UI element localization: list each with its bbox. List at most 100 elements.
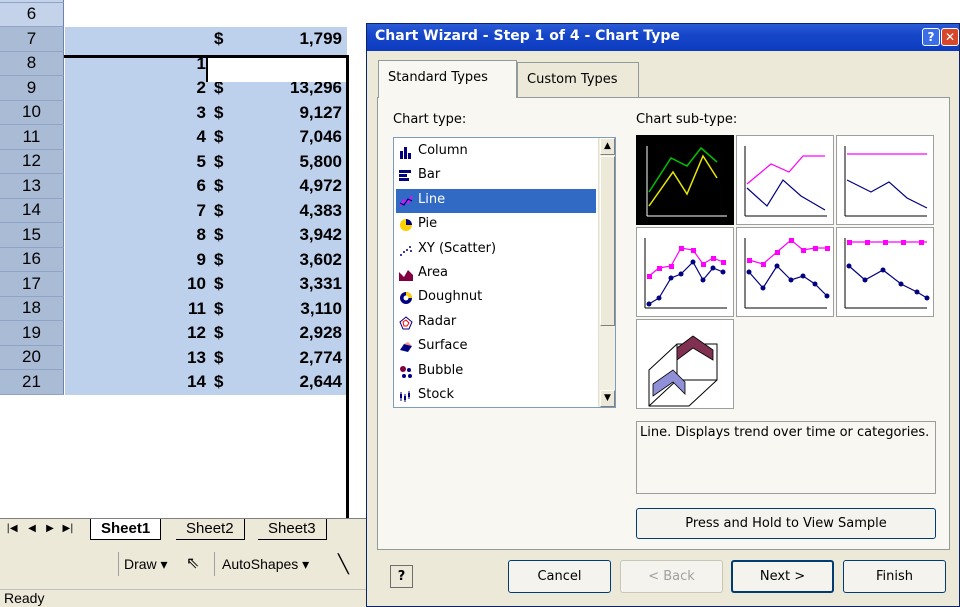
help-button-icon[interactable]: ? (390, 565, 413, 588)
chart-type-list[interactable]: Column Bar Line Pie XY (Scatter) Area Doughnut… (393, 137, 616, 408)
finish-button[interactable]: Finish (843, 560, 946, 593)
rank-cell[interactable] (100, 3, 206, 28)
amount-cell[interactable]: 7,046 (236, 125, 342, 150)
tab-custom-types[interactable]: Custom Types (517, 62, 639, 98)
tab-standard-types[interactable]: Standard Types (378, 60, 517, 98)
subtype-100-stacked-line[interactable] (836, 135, 934, 225)
rank-cell[interactable]: 9 (100, 248, 206, 273)
back-button[interactable]: < Back (620, 560, 723, 593)
rank-cell[interactable] (100, 27, 206, 52)
row-header[interactable]: 10 (0, 100, 64, 125)
scroll-thumb[interactable] (600, 156, 615, 326)
row-header[interactable]: 7 (0, 27, 64, 52)
line-tool-icon[interactable]: ╲ (338, 554, 349, 574)
currency-cell[interactable]: $ (214, 346, 234, 371)
subtype-line[interactable] (636, 135, 734, 225)
rank-cell[interactable]: 7 (100, 199, 206, 224)
amount-cell[interactable]: 2,774 (236, 346, 342, 371)
amount-cell[interactable]: 2,644 (236, 370, 342, 395)
amount-cell[interactable]: 3,331 (236, 272, 342, 297)
rank-cell[interactable]: 10 (100, 272, 206, 297)
rank-cell[interactable]: 8 (100, 223, 206, 248)
rank-cell[interactable]: 13 (100, 346, 206, 371)
chart-type-item-line[interactable]: Line (396, 188, 596, 214)
chart-type-item-xy-scatter[interactable]: XY (Scatter) (396, 238, 596, 263)
sheet-tab-sheet3[interactable]: Sheet3 (258, 519, 327, 540)
chart-type-item-doughnut[interactable]: Doughnut (396, 286, 596, 311)
row-header[interactable]: 14 (0, 198, 64, 223)
amount-cell[interactable]: 1,799 (236, 27, 342, 52)
currency-cell[interactable]: $ (214, 248, 234, 273)
amount-cell[interactable]: 2,928 (236, 321, 342, 346)
chart-type-item-column[interactable]: Column (396, 140, 596, 165)
rank-cell[interactable]: 2 (100, 76, 206, 101)
amount-cell[interactable]: 4,972 (236, 174, 342, 199)
row-header[interactable]: 8 (0, 51, 64, 76)
amount-cell[interactable]: 3,110 (236, 297, 342, 322)
currency-cell[interactable]: $ (214, 199, 234, 224)
amount-cell[interactable]: 3,942 (236, 223, 342, 248)
row-header[interactable]: 12 (0, 149, 64, 174)
subtype-stacked-line-markers[interactable] (736, 227, 834, 317)
rank-cell[interactable]: 3 (100, 101, 206, 126)
press-hold-sample-button[interactable]: Press and Hold to View Sample (636, 508, 936, 539)
active-cell[interactable] (206, 55, 347, 82)
subtype-line-markers[interactable] (636, 227, 734, 317)
currency-cell[interactable]: $ (214, 297, 234, 322)
rank-cell[interactable]: 1 (100, 52, 206, 77)
rank-cell[interactable]: 11 (100, 297, 206, 322)
rank-cell[interactable]: 5 (100, 150, 206, 175)
last-sheet-icon[interactable]: ▶| (60, 521, 76, 537)
sheet-tab-sheet2[interactable]: Sheet2 (176, 519, 245, 540)
currency-cell[interactable]: $ (214, 370, 234, 395)
scroll-down-icon[interactable]: ▼ (600, 390, 615, 407)
subtype-3d-line[interactable] (636, 319, 734, 409)
currency-cell[interactable]: $ (214, 272, 234, 297)
chart-type-item-pie[interactable]: Pie (396, 213, 596, 238)
currency-cell[interactable]: $ (214, 223, 234, 248)
prev-sheet-icon[interactable]: ◀ (24, 521, 40, 537)
row-header[interactable]: 20 (0, 345, 64, 370)
autoshapes-menu-button[interactable]: AutoShapes ▾ (222, 554, 309, 574)
chart-type-item-bubble[interactable]: Bubble (396, 360, 596, 385)
row-header[interactable]: 17 (0, 272, 64, 297)
rank-cell[interactable]: 6 (100, 174, 206, 199)
dialog-titlebar[interactable]: Chart Wizard - Step 1 of 4 - Chart Type … (367, 24, 959, 51)
chart-type-item-surface[interactable]: Surface (396, 335, 596, 360)
rank-cell[interactable]: 14 (100, 370, 206, 395)
row-header[interactable]: 19 (0, 321, 64, 346)
cancel-button[interactable]: Cancel (508, 560, 611, 593)
titlebar-close-icon[interactable]: ✕ (941, 28, 959, 46)
currency-cell[interactable]: $ (214, 125, 234, 150)
sheet-tab-sheet1[interactable]: Sheet1 (90, 519, 162, 540)
amount-cell[interactable]: 4,383 (236, 199, 342, 224)
amount-cell[interactable] (236, 3, 342, 28)
titlebar-help-icon[interactable]: ? (922, 28, 940, 46)
row-header[interactable]: 9 (0, 76, 64, 101)
chart-type-scrollbar[interactable]: ▲ ▼ (598, 138, 615, 407)
chart-type-item-bar[interactable]: Bar (396, 164, 596, 189)
amount-cell[interactable]: 9,127 (236, 101, 342, 126)
amount-cell[interactable]: 5,800 (236, 150, 342, 175)
row-header[interactable]: 13 (0, 174, 64, 199)
row-header[interactable]: 6 (0, 2, 64, 27)
next-button[interactable]: Next > (731, 560, 834, 593)
draw-menu-button[interactable]: Draw ▾ (124, 554, 168, 574)
row-header[interactable]: 15 (0, 223, 64, 248)
subtype-stacked-line[interactable] (736, 135, 834, 225)
row-header[interactable]: 18 (0, 296, 64, 321)
scroll-up-icon[interactable]: ▲ (600, 138, 615, 155)
select-objects-arrow-icon[interactable]: ⇖ (186, 554, 199, 574)
chart-type-item-stock[interactable]: Stock (396, 384, 596, 407)
row-header[interactable]: 16 (0, 247, 64, 272)
currency-cell[interactable]: $ (214, 27, 234, 52)
subtype-100-stacked-line-markers[interactable] (836, 227, 934, 317)
first-sheet-icon[interactable]: |◀ (4, 521, 20, 537)
currency-cell[interactable] (214, 3, 234, 28)
currency-cell[interactable]: $ (214, 150, 234, 175)
rank-cell[interactable]: 4 (100, 125, 206, 150)
rank-cell[interactable]: 12 (100, 321, 206, 346)
row-header[interactable]: 21 (0, 370, 64, 395)
currency-cell[interactable]: $ (214, 174, 234, 199)
row-header[interactable]: 11 (0, 125, 64, 150)
